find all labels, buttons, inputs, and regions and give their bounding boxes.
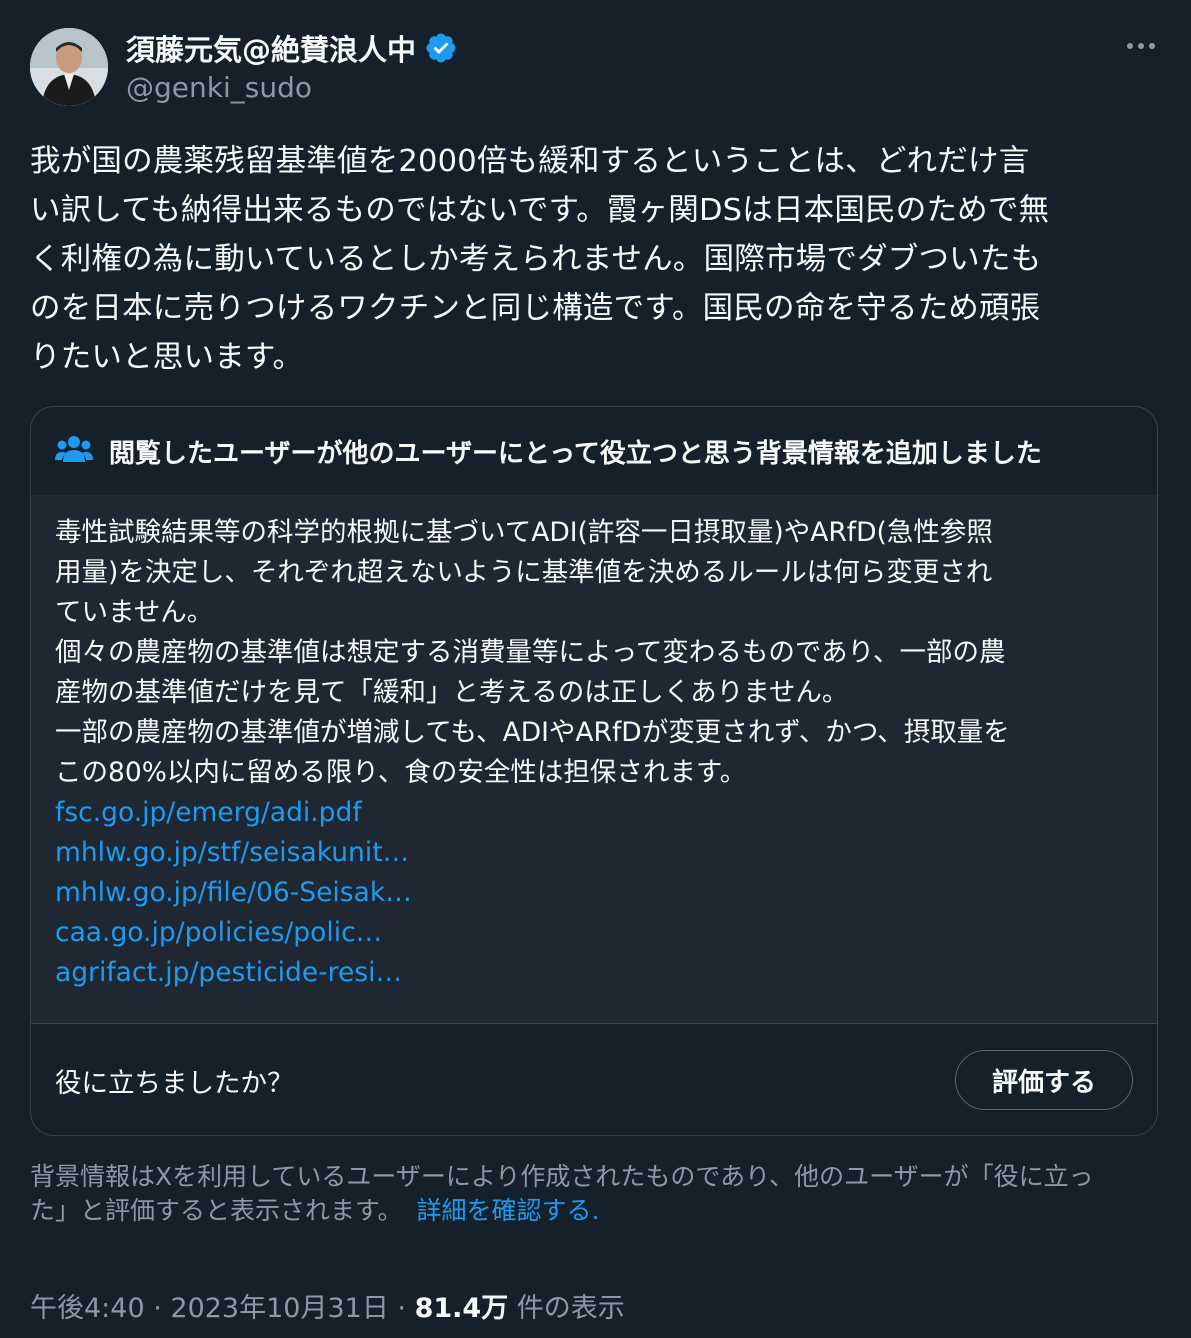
avatar-image	[30, 28, 108, 106]
rate-button[interactable]: 評価する	[955, 1050, 1133, 1110]
more-options-icon[interactable]	[1125, 34, 1157, 58]
note-disclaimer: 背景情報はXを利用しているユーザーにより作成されたものであり、他のユーザーが「役…	[30, 1160, 1160, 1228]
tweet-meta: 午後4:40 · 2023年10月31日 · 81.4万 件の表示	[30, 1286, 625, 1325]
community-note-header: 閲覧したユーザーが他のユーザーにとって役立つと思う背景情報を追加しました	[31, 407, 1157, 496]
learn-more-link[interactable]: 詳細を確認する.	[417, 1196, 600, 1225]
meta-separator: ·	[144, 1293, 171, 1324]
helpful-question: 役に立ちましたか？	[55, 1067, 294, 1099]
note-link-fsc[interactable]: fsc.go.jp/emerg/adi.pdf	[55, 793, 1133, 833]
note-link-mhlw-stf[interactable]: mhlw.go.jp/stf/seisakunit…	[55, 833, 1133, 873]
avatar[interactable]	[30, 28, 108, 106]
note-link-agrifact[interactable]: agrifact.jp/pesticide-resi…	[55, 953, 1133, 993]
tweet-time[interactable]: 午後4:40	[30, 1293, 145, 1324]
views-label: 件の表示	[508, 1293, 625, 1324]
user-handle[interactable]: @genki_sudo	[126, 71, 312, 104]
note-link-caa[interactable]: caa.go.jp/policies/polic…	[55, 913, 1133, 953]
views-count[interactable]: 81.4万	[415, 1293, 509, 1324]
community-note-body: 毒性試験結果等の科学的根拠に基づいてADI(許容一日摂取量)やARfD(急性参照…	[31, 496, 1157, 1024]
meta-separator: ·	[388, 1293, 415, 1324]
community-note: 閲覧したユーザーが他のユーザーにとって役立つと思う背景情報を追加しました 毒性試…	[30, 406, 1158, 1136]
user-name-row: 須藤元気@絶賛浪人中	[126, 28, 458, 68]
display-name[interactable]: 須藤元気@絶賛浪人中	[126, 27, 416, 69]
community-note-footer: 役に立ちましたか？ 評価する	[31, 1024, 1157, 1135]
community-note-text: 毒性試験結果等の科学的根拠に基づいてADI(許容一日摂取量)やARfD(急性参照…	[55, 517, 1010, 788]
community-note-title: 閲覧したユーザーが他のユーザーにとって役立つと思う背景情報を追加しました	[109, 438, 1042, 469]
tweet-text: 我が国の農薬残留基準値を2000倍も緩和するということは、どれだけ言 い訳しても…	[30, 144, 1050, 375]
tweet-date[interactable]: 2023年10月31日	[170, 1293, 388, 1324]
community-people-icon	[55, 434, 93, 468]
note-link-mhlw-file[interactable]: mhlw.go.jp/file/06-Seisak…	[55, 873, 1133, 913]
verified-badge-icon	[424, 31, 458, 65]
